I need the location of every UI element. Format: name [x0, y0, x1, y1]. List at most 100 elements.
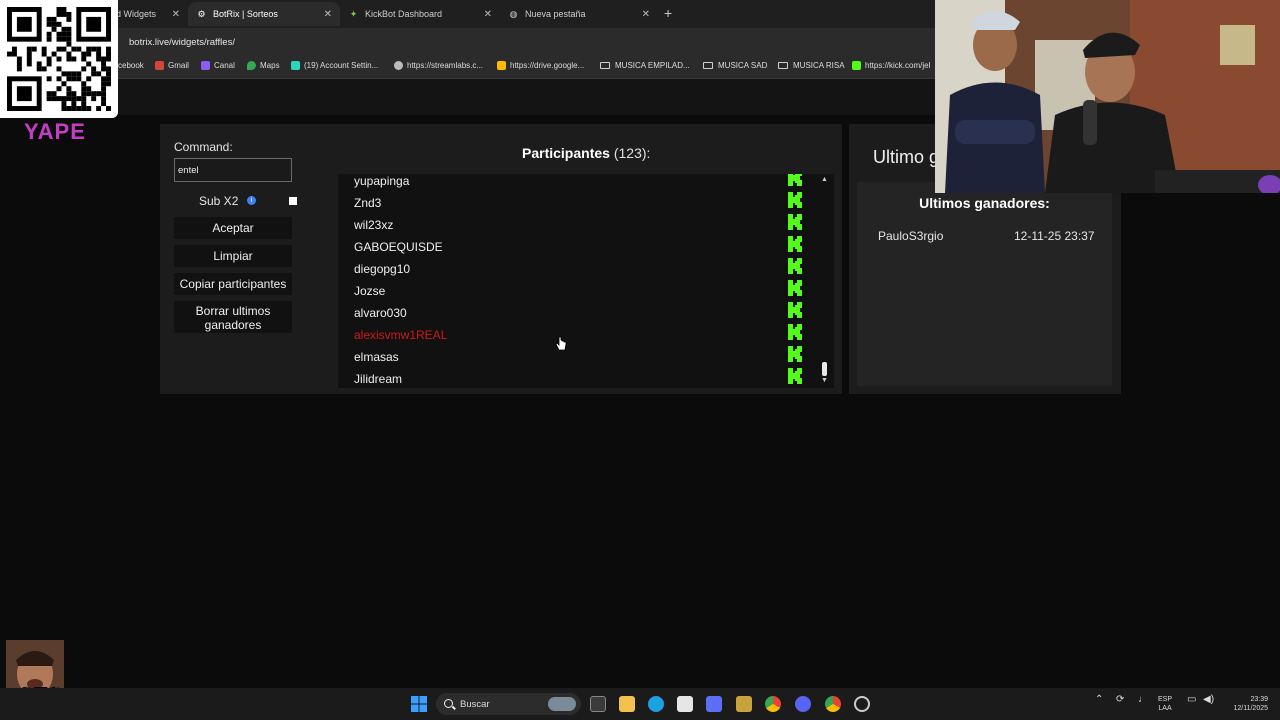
kick-icon: [788, 214, 802, 230]
bookmark-folder-musica-empilado[interactable]: MUSICA EMPILAD...: [600, 61, 690, 70]
snipping-tool-icon[interactable]: [677, 696, 693, 712]
kick-icon: [788, 236, 802, 252]
accept-button[interactable]: Aceptar: [174, 217, 292, 239]
chrome-icon[interactable]: [765, 696, 781, 712]
search-icon: [444, 699, 453, 708]
participant-row[interactable]: Znd3: [354, 192, 802, 218]
kick-icon: [788, 302, 802, 318]
copy-participants-button[interactable]: Copiar participantes: [174, 273, 292, 295]
gmail-icon: [155, 61, 164, 70]
close-icon[interactable]: ✕: [642, 9, 650, 20]
bookmark-kick[interactable]: https://kick.com/jel: [852, 61, 930, 70]
volume-icon[interactable]: ◀): [1203, 695, 1214, 705]
obs-icon[interactable]: [854, 696, 870, 712]
yape-label: YAPE: [24, 119, 86, 144]
close-icon[interactable]: ✕: [172, 9, 180, 20]
maps-icon: [247, 61, 256, 70]
clear-button[interactable]: Limpiar: [174, 245, 292, 267]
scrollbar-thumb[interactable]: [822, 362, 827, 376]
kickbot-icon: ✦: [349, 8, 358, 19]
button-line-1: Borrar ultimos: [195, 304, 271, 318]
sync-icon[interactable]: ⟳: [1116, 695, 1124, 705]
participant-name: wil23xz: [354, 218, 394, 232]
windows-taskbar: Buscar ⌃ ⟳ ♩ ESP LAA ▭ ◀) 23:39 12/11/20…: [0, 688, 1280, 720]
hand-cursor-icon: [555, 336, 567, 351]
participant-row[interactable]: yupapinga: [354, 174, 802, 196]
clock[interactable]: 23:39 12/11/2025: [1226, 695, 1268, 713]
kick-icon: [788, 368, 802, 384]
participant-row[interactable]: GABOEQUISDE: [354, 236, 802, 262]
close-icon[interactable]: ✕: [484, 9, 492, 20]
bookmark-facebook[interactable]: cebook: [118, 61, 144, 70]
task-view-icon[interactable]: [590, 696, 606, 712]
globe-icon: [394, 61, 403, 70]
winners-box: Ultimos ganadores: PauloS3rgio 12-11-25 …: [857, 182, 1112, 386]
keyboard-layout: LAA: [1158, 705, 1172, 712]
kick-icon: [788, 258, 802, 274]
bookmark-folder-musica-sad[interactable]: MUSICA SAD: [703, 61, 767, 70]
tab-nueva-pestana[interactable]: ◍ Nueva pestaña ✕: [500, 2, 658, 26]
close-icon[interactable]: ✕: [324, 9, 332, 20]
edge-icon[interactable]: [648, 696, 664, 712]
participant-row[interactable]: diegopg10: [354, 258, 802, 284]
participant-name: alvaro030: [354, 306, 407, 320]
webcam-overlay: [935, 0, 1280, 193]
clock-date: 12/11/2025: [1233, 705, 1268, 712]
bookmark-canal[interactable]: Canal: [201, 61, 235, 70]
kick-icon: [788, 346, 802, 362]
raffle-panel: Command: entel Sub X2 i Aceptar Limpiar …: [160, 124, 842, 394]
participant-row[interactable]: Jilidream: [354, 368, 802, 388]
taskbar-search[interactable]: Buscar: [436, 693, 581, 715]
bookmark-google-drive[interactable]: https://drive.google...: [497, 61, 584, 70]
participant-name: alexisvmw1REAL: [354, 328, 448, 342]
copilot-icon[interactable]: [706, 696, 722, 712]
sub-x2-label: Sub X2: [199, 194, 239, 208]
tab-botrix-sorteos[interactable]: ⚙ BotRix | Sorteos ✕: [188, 2, 340, 26]
participant-row[interactable]: elmasas: [354, 346, 802, 372]
new-tab-icon[interactable]: +: [664, 5, 672, 21]
participant-name: elmasas: [354, 350, 399, 364]
delete-last-winners-button[interactable]: Borrar ultimos ganadores: [174, 301, 292, 333]
bookmark-maps[interactable]: Maps: [247, 61, 280, 70]
tab-kickbot-dashboard[interactable]: ✦ KickBot Dashboard ✕: [340, 2, 500, 26]
participant-row[interactable]: wil23xz: [354, 214, 802, 240]
scroll-up-arrow-icon[interactable]: ▲: [821, 176, 828, 183]
microphone-icon[interactable]: ♩: [1138, 695, 1148, 705]
bookmark-account-settings[interactable]: (19) Account Settin...: [291, 61, 378, 70]
winner-name: PauloS3rgio: [878, 229, 944, 243]
sub-x2-checkbox[interactable]: [289, 197, 297, 205]
command-label: Command:: [174, 140, 233, 154]
participant-row[interactable]: alexisvmw1REAL: [354, 324, 802, 350]
tab-label: Nueva pestaña: [525, 9, 586, 19]
participant-row[interactable]: alvaro030: [354, 302, 802, 328]
participants-count: (123):: [613, 145, 651, 161]
bookmark-gmail[interactable]: Gmail: [155, 61, 189, 70]
language-indicator[interactable]: ESP LAA: [1158, 695, 1172, 713]
bookmark-folder-musica-risa[interactable]: MUSICA RISA: [778, 61, 845, 70]
participant-name: Jilidream: [354, 372, 403, 386]
kick-icon: [852, 61, 861, 70]
chrome-active-icon[interactable]: [825, 696, 841, 712]
button-line-2: ganadores: [204, 318, 262, 332]
botrix-icon: ⚙: [197, 8, 206, 19]
language-code: ESP: [1158, 696, 1173, 703]
wow-icon[interactable]: [736, 696, 752, 712]
chevron-up-icon[interactable]: ⌃: [1095, 695, 1103, 705]
scroll-down-arrow-icon[interactable]: ▼: [821, 377, 828, 384]
tab-label: BotRix | Sorteos: [213, 9, 278, 19]
kick-icon: [788, 174, 802, 186]
kick-icon: [788, 280, 802, 296]
participants-list[interactable]: ▲ ▼ yupapinga Znd3 wil23xz GABOEQUISDE diego…: [338, 174, 834, 388]
participants-title-text: Participantes: [522, 145, 610, 161]
file-explorer-icon[interactable]: [619, 696, 635, 712]
participant-row[interactable]: Jozse: [354, 280, 802, 306]
windows-start-icon[interactable]: [411, 696, 427, 712]
url-field[interactable]: botrix.live/widgets/raffles/: [129, 37, 235, 48]
command-input[interactable]: entel: [174, 158, 292, 182]
discord-icon[interactable]: [795, 696, 811, 712]
participant-name: diegopg10: [354, 262, 411, 276]
network-icon[interactable]: ▭: [1187, 695, 1196, 705]
bookmark-streamlabs[interactable]: https://streamlabs.c...: [394, 61, 483, 70]
tab-widgets[interactable]: d Widgets ✕: [108, 2, 188, 26]
info-icon[interactable]: i: [247, 196, 256, 205]
